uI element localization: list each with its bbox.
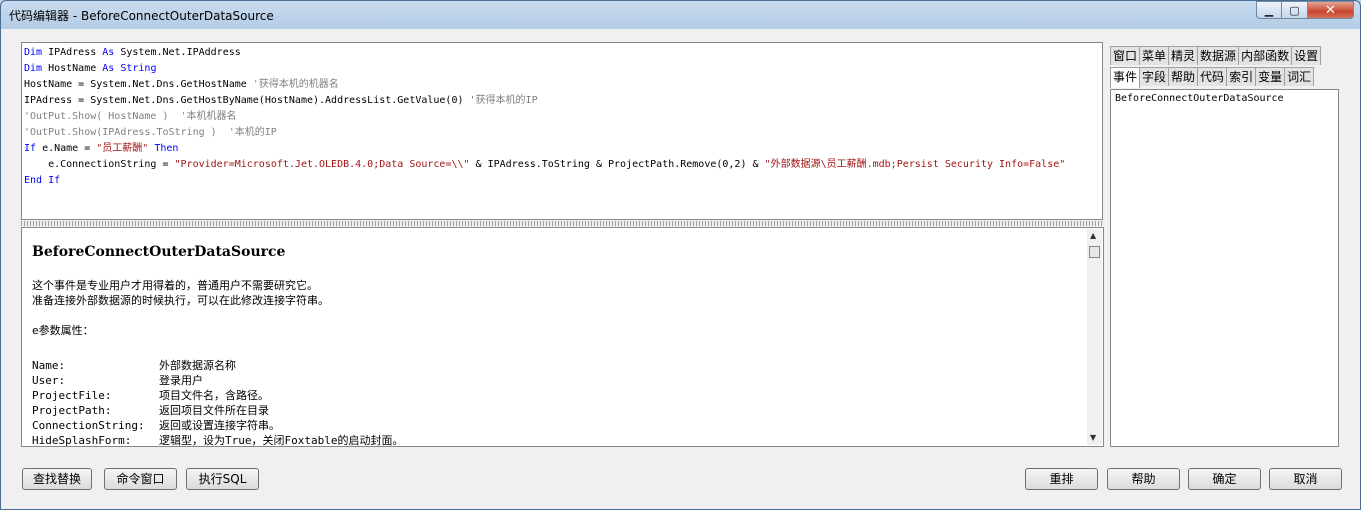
tab-row-1: 窗口 菜单 精灵 数据源 内部函数 设置 (1110, 46, 1322, 66)
code-text: e.Name = (36, 143, 97, 154)
code-text: IPAdress (42, 47, 103, 58)
string-literal: "员工薪酬" (96, 143, 149, 154)
help-paragraph: 这个事件是专业用户才用得着的，普通用户不需要研究它。 (32, 279, 318, 292)
prop-row: ConnectionString: 返回或设置连接字符串。 (32, 418, 732, 433)
pane-splitter[interactable] (21, 221, 1104, 226)
scroll-down-arrow-icon[interactable]: ▼ (1090, 433, 1096, 442)
help-scrollbar[interactable]: ▲ ▼ (1087, 229, 1102, 445)
keyword: As String (102, 63, 157, 74)
code-line-9: End If (24, 173, 60, 189)
code-line-2: Dim HostName As String (24, 61, 156, 77)
execute-sql-button[interactable]: 执行SQL (186, 468, 259, 490)
help-pane[interactable]: BeforeConnectOuterDataSource 这个事件是专业用户才用… (21, 227, 1104, 447)
prop-row: Name: 外部数据源名称 (32, 358, 732, 373)
string-literal: "Provider=Microsoft.Jet.OLEDB.4.0;Data S… (174, 159, 470, 170)
code-editor[interactable]: Dim IPAdress As System.Net.IPAddress Dim… (21, 42, 1103, 220)
help-button[interactable]: 帮助 (1107, 468, 1180, 490)
code-line-4: IPAdress = System.Net.Dns.GetHostByName(… (24, 93, 538, 109)
prop-desc: 外部数据源名称 (159, 359, 236, 372)
prop-row: User: 登录用户 (32, 373, 732, 388)
command-window-button[interactable]: 命令窗口 (104, 468, 177, 490)
tab-variables[interactable]: 变量 (1255, 67, 1286, 86)
tab-window[interactable]: 窗口 (1110, 46, 1141, 65)
tab-settings[interactable]: 设置 (1291, 46, 1322, 65)
list-item[interactable]: BeforeConnectOuterDataSource (1115, 93, 1284, 104)
prop-desc: 逻辑型，设为True，关闭Foxtable的启动封面。 (159, 434, 404, 447)
scroll-thumb[interactable] (1089, 246, 1100, 258)
prop-desc: 返回或设置连接字符串。 (159, 419, 280, 432)
prop-row: HideSplashForm: 逻辑型，设为True，关闭Foxtable的启动封… (32, 433, 732, 447)
maximize-button[interactable]: ▢ (1282, 1, 1308, 19)
code-comment: 'OutPut.Show( HostName ) '本机机器名 (24, 111, 237, 122)
tab-index[interactable]: 索引 (1226, 67, 1257, 86)
event-list[interactable]: BeforeConnectOuterDataSource (1110, 89, 1339, 447)
help-title: BeforeConnectOuterDataSource (32, 244, 286, 260)
cancel-button[interactable]: 取消 (1269, 468, 1342, 490)
prop-name: HideSplashForm: (32, 434, 132, 447)
keyword: Dim (24, 63, 43, 74)
params-heading: e参数属性： (32, 324, 94, 337)
code-line-7: If e.Name = "员工薪酬" Then (24, 141, 178, 157)
prop-name: ConnectionString: (32, 419, 145, 432)
scroll-up-arrow-icon[interactable]: ▲ (1090, 231, 1096, 240)
tab-row-2: 事件 字段 帮助 代码 索引 变量 词汇 (1110, 67, 1315, 88)
prop-name: ProjectFile: (32, 389, 112, 402)
tab-help[interactable]: 帮助 (1168, 67, 1199, 86)
tab-menu[interactable]: 菜单 (1139, 46, 1170, 65)
keyword: If (24, 143, 37, 154)
prop-desc: 返回项目文件所在目录 (159, 404, 269, 417)
keyword: Dim (24, 47, 43, 58)
prop-name: ProjectPath: (32, 404, 112, 417)
code-text: HostName = System.Net.Dns.GetHostName (24, 79, 253, 90)
window-title: 代码编辑器 - BeforeConnectOuterDataSource (9, 9, 274, 23)
prop-name: User: (32, 374, 66, 387)
help-paragraph: 准备连接外部数据源的时候执行，可以在此修改连接字符串。 (32, 294, 329, 307)
client-area: Dim IPAdress As System.Net.IPAddress Dim… (8, 29, 1353, 503)
code-text: e.ConnectionString = (24, 159, 175, 170)
keyword: As (102, 47, 115, 58)
code-line-1: Dim IPAdress As System.Net.IPAddress (24, 45, 241, 61)
find-replace-button[interactable]: 查找替换 (22, 468, 92, 490)
tab-events[interactable]: 事件 (1110, 67, 1141, 88)
code-comment: 'OutPut.Show(IPAdress.ToString ) '本机的IP (24, 127, 277, 138)
window-controls: ▁ ▢ ✕ (1256, 1, 1354, 21)
ok-button[interactable]: 确定 (1188, 468, 1261, 490)
tab-datasource[interactable]: 数据源 (1197, 46, 1240, 65)
tab-builtin-functions[interactable]: 内部函数 (1238, 46, 1293, 65)
code-line-3: HostName = System.Net.Dns.GetHostName '获… (24, 77, 339, 93)
code-text: IPAdress = System.Net.Dns.GetHostByName(… (24, 95, 470, 106)
code-editor-window: 代码编辑器 - BeforeConnectOuterDataSource ▁ ▢… (0, 0, 1361, 510)
prop-row: ProjectPath: 返回项目文件所在目录 (32, 403, 732, 418)
string-literal: "外部数据源\员工薪酬.mdb;Persist Security Info=Fa… (764, 159, 1066, 170)
code-text: HostName (42, 63, 103, 74)
close-button[interactable]: ✕ (1308, 1, 1354, 19)
code-text: System.Net.IPAddress (114, 47, 241, 58)
code-comment: '获得本机的IP (469, 95, 538, 106)
minimize-button[interactable]: ▁ (1256, 1, 1282, 19)
prop-row: ProjectFile: 项目文件名，含路径。 (32, 388, 732, 403)
tab-code[interactable]: 代码 (1197, 67, 1228, 86)
reorder-button[interactable]: 重排 (1025, 468, 1098, 490)
title-bar[interactable]: 代码编辑器 - BeforeConnectOuterDataSource ▁ ▢… (1, 1, 1360, 29)
tab-wizard[interactable]: 精灵 (1168, 46, 1199, 65)
keyword: Then (154, 143, 179, 154)
tab-fields[interactable]: 字段 (1139, 67, 1170, 86)
code-comment: '获得本机的机器名 (252, 79, 339, 90)
keyword: End If (24, 175, 61, 186)
prop-name: Name: (32, 359, 66, 372)
prop-desc: 项目文件名，含路径。 (159, 389, 269, 402)
code-line-6: 'OutPut.Show(IPAdress.ToString ) '本机的IP (24, 125, 277, 141)
prop-desc: 登录用户 (159, 374, 203, 387)
code-text: & IPAdress.ToString & ProjectPath.Remove… (469, 159, 765, 170)
code-line-5: 'OutPut.Show( HostName ) '本机机器名 (24, 109, 237, 125)
tab-vocabulary[interactable]: 词汇 (1284, 67, 1315, 86)
code-line-8: e.ConnectionString = "Provider=Microsoft… (24, 157, 1065, 173)
